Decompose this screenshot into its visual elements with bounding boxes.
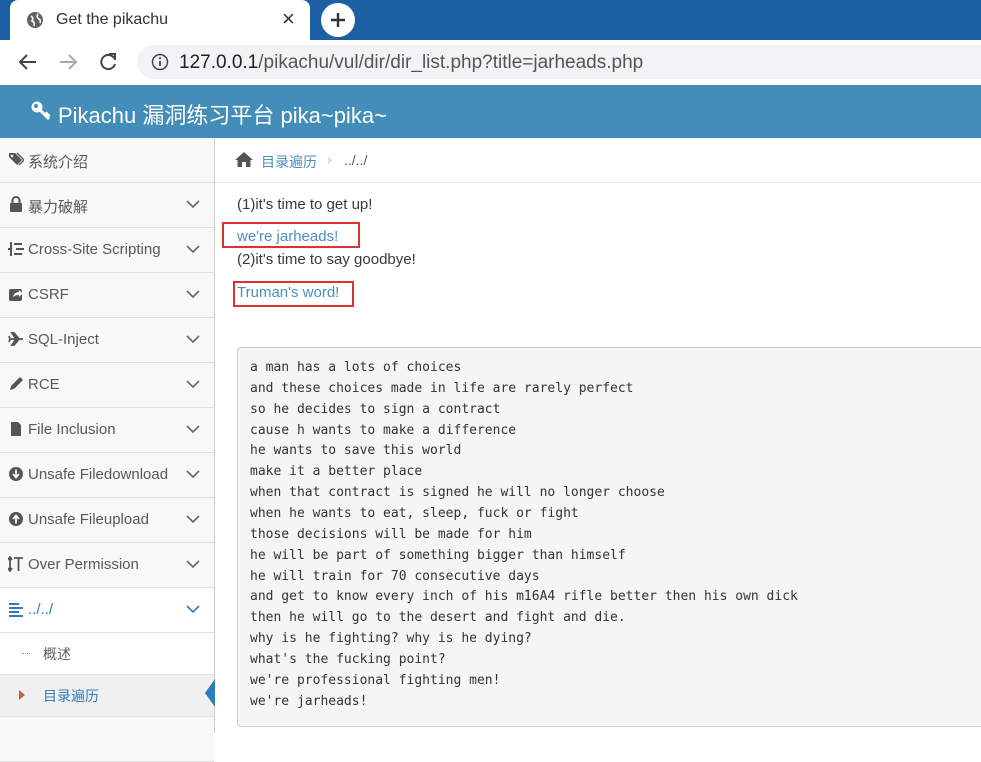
sidebar-item-intro[interactable]: 系统介绍 (0, 138, 214, 183)
sidebar-subitem-dir-list[interactable]: 目录遍历 (0, 675, 214, 717)
chevron-down-icon (186, 470, 200, 479)
poem-line: so he decides to sign a contract (250, 402, 501, 417)
caret-right-icon (19, 690, 25, 700)
site-title[interactable]: Pikachu 漏洞练习平台 pika~pika~ (58, 98, 387, 130)
chevron-down-icon (186, 605, 200, 614)
poem-line: a man has a lots of choices (250, 360, 462, 375)
site-header: Pikachu 漏洞练习平台 pika~pika~ (0, 85, 981, 138)
poem-block: a man has a lots of choices and these ch… (237, 347, 981, 727)
url-text: 127.0.0.1/pikachu/vul/dir/dir_list.php?t… (179, 52, 643, 74)
sidebar-item-unsafe-filedownload[interactable]: Unsafe Filedownload (0, 453, 214, 498)
tags-icon (9, 152, 24, 166)
sidebar-item-rce[interactable]: RCE (0, 363, 214, 408)
poem-line: he wants to save this world (250, 443, 462, 458)
list-icon (8, 242, 24, 256)
sidebar-subitem-label: 概述 (43, 646, 71, 662)
upload-icon (9, 512, 23, 526)
sidebar-item-dir-traversal[interactable]: ../../ (0, 588, 214, 633)
back-arrow-icon[interactable] (17, 51, 39, 73)
chevron-down-icon (186, 425, 200, 434)
sidebar-item-label: Cross-Site Scripting (28, 241, 161, 258)
poem-line: he will be part of something bigger than… (250, 548, 626, 563)
file-icon (11, 422, 21, 436)
poem-line: and these choices made in life are rarel… (250, 381, 634, 396)
share-icon (9, 289, 23, 301)
poem-line: then he will go to the desert and fight … (250, 610, 626, 625)
browser-toolbar: 127.0.0.1/pikachu/vul/dir/dir_list.php?t… (0, 40, 981, 86)
plane-icon (8, 332, 23, 346)
chevron-down-icon (186, 560, 200, 569)
url-host: 127.0.0.1 (179, 52, 259, 73)
reload-icon[interactable] (97, 51, 119, 73)
info-icon[interactable] (151, 53, 169, 71)
sidebar-item-label: SQL-Inject (28, 331, 99, 348)
sidebar-item-sql-inject[interactable]: SQL-Inject (0, 318, 214, 363)
sidebar-item-label: 暴力破解 (28, 199, 89, 216)
lock-icon (10, 196, 22, 212)
chevron-down-icon (186, 335, 200, 344)
sidebar-item-label: File Inclusion (28, 421, 116, 438)
poem-line: and get to know every inch of his m16A4 … (250, 589, 798, 604)
sidebar-item-csrf[interactable]: CSRF (0, 273, 214, 318)
sidebar-item-label: 系统介绍 (28, 154, 89, 171)
tree-dash (22, 653, 30, 654)
pencil-icon (10, 377, 23, 390)
poem-line: make it a better place (250, 464, 423, 479)
sidebar-item-label: Unsafe Filedownload (28, 466, 169, 483)
sidebar-item-label: CSRF (28, 286, 69, 303)
browser-tab-strip: Get the pikachu × (0, 0, 981, 40)
home-icon[interactable] (234, 151, 254, 168)
jarheads-link[interactable]: we're jarheads! (237, 228, 338, 245)
breadcrumb-separator: › (327, 151, 332, 167)
sidebar-item-brute-force[interactable]: 暴力破解 (0, 183, 214, 228)
poem-line: cause h wants to make a difference (250, 423, 517, 438)
sidebar-item-over-permission[interactable]: Over Permission (0, 543, 214, 588)
breadcrumb: 目录遍历 › ../../ (215, 138, 981, 183)
breadcrumb-link[interactable]: 目录遍历 (261, 152, 317, 172)
key-icon (31, 101, 51, 121)
chevron-down-icon (186, 200, 200, 209)
poem-line: what's the fucking point? (250, 652, 446, 667)
sidebar-item-label: Unsafe Fileupload (28, 511, 149, 528)
poem-line: when he wants to eat, sleep, fuck or fig… (250, 506, 579, 521)
poem-line: why is he fighting? why is he dying? (250, 631, 532, 646)
truman-link[interactable]: Truman's word! (237, 284, 339, 301)
poem-line: he will train for 70 consecutive days (250, 569, 540, 584)
chevron-down-icon (186, 245, 200, 254)
sidebar-subitem-label: 目录遍历 (43, 688, 99, 704)
sidebar-subitem-overview[interactable]: 概述 (0, 633, 214, 675)
sidebar-item-unsafe-fileupload[interactable]: Unsafe Fileupload (0, 498, 214, 543)
content-line-1: (1)it's time to get up! (237, 196, 373, 213)
breadcrumb-current: ../../ (344, 152, 368, 168)
sidebar-item-label: RCE (28, 376, 60, 393)
globe-icon (27, 12, 43, 28)
chevron-down-icon (186, 515, 200, 524)
sidebar-item-next[interactable] (0, 717, 214, 762)
align-icon (9, 603, 23, 617)
poem-line: we're professional fighting men! (250, 673, 501, 688)
content-line-2: (2)it's time to say goodbye! (237, 251, 416, 268)
browser-tab[interactable]: Get the pikachu × (10, 0, 310, 40)
url-path: /pikachu/vul/dir/dir_list.php?title=jarh… (258, 52, 644, 73)
plus-icon (331, 13, 345, 27)
download-icon (9, 467, 23, 481)
tab-title: Get the pikachu (56, 11, 169, 28)
tab-close-icon[interactable]: × (282, 7, 295, 31)
chevron-down-icon (186, 290, 200, 299)
sidebar-item-label: Over Permission (28, 556, 139, 573)
poem-line: when that contract is signed he will no … (250, 485, 665, 500)
poem-line: those decisions will be made for him (250, 527, 532, 542)
sidebar-item-xss[interactable]: Cross-Site Scripting (0, 228, 214, 273)
text-height-icon (8, 556, 23, 572)
sidebar-item-label: ../../ (28, 601, 54, 618)
sidebar: 系统介绍 暴力破解 Cross-Site Scripting CSRF SQL-… (0, 138, 215, 762)
new-tab-button[interactable] (321, 3, 355, 37)
poem-line: we're jarheads! (250, 694, 368, 709)
address-bar[interactable]: 127.0.0.1/pikachu/vul/dir/dir_list.php?t… (137, 45, 981, 79)
chevron-down-icon (186, 380, 200, 389)
forward-arrow-icon[interactable] (57, 51, 79, 73)
active-item-pointer (205, 679, 215, 707)
sidebar-item-file-inclusion[interactable]: File Inclusion (0, 408, 214, 453)
